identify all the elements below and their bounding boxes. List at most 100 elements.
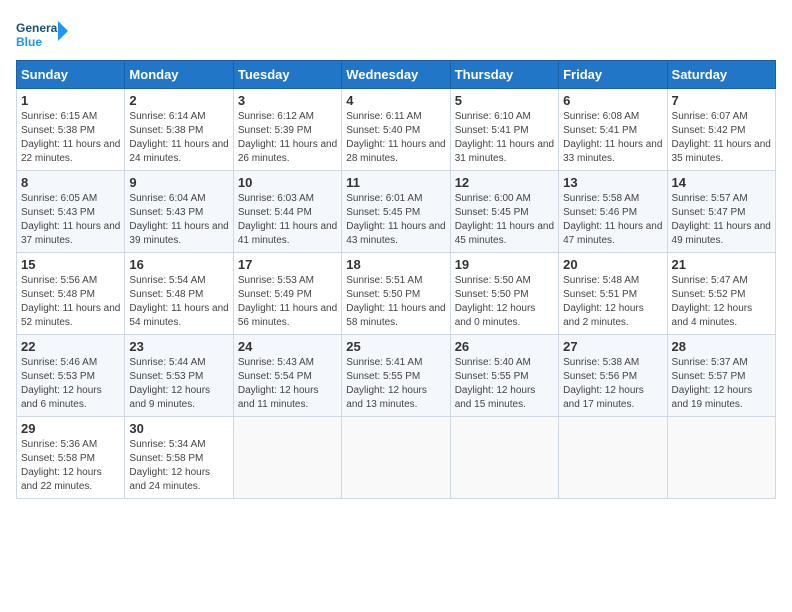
day-number: 27 <box>563 339 662 354</box>
day-info: Sunrise: 5:37 AMSunset: 5:57 PMDaylight:… <box>672 357 753 410</box>
day-info: Sunrise: 5:44 AMSunset: 5:53 PMDaylight:… <box>129 357 210 410</box>
day-info: Sunrise: 6:04 AMSunset: 5:43 PMDaylight:… <box>129 193 228 246</box>
calendar-cell: 21 Sunrise: 5:47 AMSunset: 5:52 PMDaylig… <box>667 253 775 335</box>
calendar-cell <box>342 417 450 499</box>
calendar-cell: 15 Sunrise: 5:56 AMSunset: 5:48 PMDaylig… <box>17 253 125 335</box>
day-info: Sunrise: 5:48 AMSunset: 5:51 PMDaylight:… <box>563 275 644 328</box>
calendar-table: SundayMondayTuesdayWednesdayThursdayFrid… <box>16 60 776 499</box>
calendar-cell: 4 Sunrise: 6:11 AMSunset: 5:40 PMDayligh… <box>342 89 450 171</box>
day-info: Sunrise: 6:05 AMSunset: 5:43 PMDaylight:… <box>21 193 120 246</box>
calendar-week-row: 29 Sunrise: 5:36 AMSunset: 5:58 PMDaylig… <box>17 417 776 499</box>
day-number: 18 <box>346 257 445 272</box>
day-number: 1 <box>21 93 120 108</box>
calendar-cell <box>233 417 341 499</box>
day-number: 11 <box>346 175 445 190</box>
calendar-cell: 9 Sunrise: 6:04 AMSunset: 5:43 PMDayligh… <box>125 171 233 253</box>
day-number: 5 <box>455 93 554 108</box>
day-number: 16 <box>129 257 228 272</box>
day-info: Sunrise: 6:07 AMSunset: 5:42 PMDaylight:… <box>672 111 771 164</box>
calendar-cell: 2 Sunrise: 6:14 AMSunset: 5:38 PMDayligh… <box>125 89 233 171</box>
calendar-cell <box>667 417 775 499</box>
calendar-cell: 27 Sunrise: 5:38 AMSunset: 5:56 PMDaylig… <box>559 335 667 417</box>
calendar-cell: 26 Sunrise: 5:40 AMSunset: 5:55 PMDaylig… <box>450 335 558 417</box>
day-number: 29 <box>21 421 120 436</box>
calendar-cell: 7 Sunrise: 6:07 AMSunset: 5:42 PMDayligh… <box>667 89 775 171</box>
calendar-cell: 29 Sunrise: 5:36 AMSunset: 5:58 PMDaylig… <box>17 417 125 499</box>
logo: General Blue <box>16 16 68 56</box>
day-number: 4 <box>346 93 445 108</box>
day-number: 12 <box>455 175 554 190</box>
day-number: 26 <box>455 339 554 354</box>
day-info: Sunrise: 5:36 AMSunset: 5:58 PMDaylight:… <box>21 439 102 492</box>
calendar-cell: 25 Sunrise: 5:41 AMSunset: 5:55 PMDaylig… <box>342 335 450 417</box>
day-info: Sunrise: 6:03 AMSunset: 5:44 PMDaylight:… <box>238 193 337 246</box>
header-saturday: Saturday <box>667 61 775 89</box>
day-number: 3 <box>238 93 337 108</box>
day-info: Sunrise: 5:40 AMSunset: 5:55 PMDaylight:… <box>455 357 536 410</box>
calendar-cell: 12 Sunrise: 6:00 AMSunset: 5:45 PMDaylig… <box>450 171 558 253</box>
calendar-cell: 30 Sunrise: 5:34 AMSunset: 5:58 PMDaylig… <box>125 417 233 499</box>
calendar-header-row: SundayMondayTuesdayWednesdayThursdayFrid… <box>17 61 776 89</box>
day-info: Sunrise: 6:12 AMSunset: 5:39 PMDaylight:… <box>238 111 337 164</box>
day-info: Sunrise: 6:14 AMSunset: 5:38 PMDaylight:… <box>129 111 228 164</box>
day-info: Sunrise: 5:38 AMSunset: 5:56 PMDaylight:… <box>563 357 644 410</box>
day-info: Sunrise: 5:54 AMSunset: 5:48 PMDaylight:… <box>129 275 228 328</box>
page-header: General Blue <box>16 16 776 56</box>
day-number: 24 <box>238 339 337 354</box>
calendar-cell: 3 Sunrise: 6:12 AMSunset: 5:39 PMDayligh… <box>233 89 341 171</box>
day-info: Sunrise: 5:34 AMSunset: 5:58 PMDaylight:… <box>129 439 210 492</box>
day-info: Sunrise: 5:57 AMSunset: 5:47 PMDaylight:… <box>672 193 771 246</box>
day-info: Sunrise: 6:00 AMSunset: 5:45 PMDaylight:… <box>455 193 554 246</box>
calendar-cell: 5 Sunrise: 6:10 AMSunset: 5:41 PMDayligh… <box>450 89 558 171</box>
day-info: Sunrise: 5:46 AMSunset: 5:53 PMDaylight:… <box>21 357 102 410</box>
calendar-cell: 1 Sunrise: 6:15 AMSunset: 5:38 PMDayligh… <box>17 89 125 171</box>
day-info: Sunrise: 6:11 AMSunset: 5:40 PMDaylight:… <box>346 111 445 164</box>
day-info: Sunrise: 5:58 AMSunset: 5:46 PMDaylight:… <box>563 193 662 246</box>
day-number: 14 <box>672 175 771 190</box>
day-info: Sunrise: 6:15 AMSunset: 5:38 PMDaylight:… <box>21 111 120 164</box>
day-number: 22 <box>21 339 120 354</box>
day-info: Sunrise: 6:08 AMSunset: 5:41 PMDaylight:… <box>563 111 662 164</box>
logo-svg: General Blue <box>16 16 68 56</box>
calendar-cell: 28 Sunrise: 5:37 AMSunset: 5:57 PMDaylig… <box>667 335 775 417</box>
day-info: Sunrise: 6:10 AMSunset: 5:41 PMDaylight:… <box>455 111 554 164</box>
day-number: 2 <box>129 93 228 108</box>
calendar-cell <box>559 417 667 499</box>
calendar-cell: 8 Sunrise: 6:05 AMSunset: 5:43 PMDayligh… <box>17 171 125 253</box>
day-number: 30 <box>129 421 228 436</box>
day-number: 10 <box>238 175 337 190</box>
day-info: Sunrise: 5:50 AMSunset: 5:50 PMDaylight:… <box>455 275 536 328</box>
day-number: 7 <box>672 93 771 108</box>
calendar-cell: 18 Sunrise: 5:51 AMSunset: 5:50 PMDaylig… <box>342 253 450 335</box>
calendar-week-row: 15 Sunrise: 5:56 AMSunset: 5:48 PMDaylig… <box>17 253 776 335</box>
day-number: 19 <box>455 257 554 272</box>
header-monday: Monday <box>125 61 233 89</box>
day-number: 15 <box>21 257 120 272</box>
day-number: 17 <box>238 257 337 272</box>
svg-text:General: General <box>16 21 61 35</box>
header-friday: Friday <box>559 61 667 89</box>
day-info: Sunrise: 5:56 AMSunset: 5:48 PMDaylight:… <box>21 275 120 328</box>
calendar-cell: 6 Sunrise: 6:08 AMSunset: 5:41 PMDayligh… <box>559 89 667 171</box>
calendar-week-row: 22 Sunrise: 5:46 AMSunset: 5:53 PMDaylig… <box>17 335 776 417</box>
day-number: 6 <box>563 93 662 108</box>
day-info: Sunrise: 5:47 AMSunset: 5:52 PMDaylight:… <box>672 275 753 328</box>
day-number: 13 <box>563 175 662 190</box>
calendar-cell: 14 Sunrise: 5:57 AMSunset: 5:47 PMDaylig… <box>667 171 775 253</box>
day-number: 20 <box>563 257 662 272</box>
day-info: Sunrise: 5:53 AMSunset: 5:49 PMDaylight:… <box>238 275 337 328</box>
calendar-cell: 20 Sunrise: 5:48 AMSunset: 5:51 PMDaylig… <box>559 253 667 335</box>
day-number: 25 <box>346 339 445 354</box>
day-number: 8 <box>21 175 120 190</box>
header-sunday: Sunday <box>17 61 125 89</box>
calendar-cell <box>450 417 558 499</box>
day-number: 23 <box>129 339 228 354</box>
calendar-week-row: 8 Sunrise: 6:05 AMSunset: 5:43 PMDayligh… <box>17 171 776 253</box>
header-thursday: Thursday <box>450 61 558 89</box>
calendar-cell: 11 Sunrise: 6:01 AMSunset: 5:45 PMDaylig… <box>342 171 450 253</box>
day-number: 28 <box>672 339 771 354</box>
day-number: 9 <box>129 175 228 190</box>
day-number: 21 <box>672 257 771 272</box>
calendar-week-row: 1 Sunrise: 6:15 AMSunset: 5:38 PMDayligh… <box>17 89 776 171</box>
header-tuesday: Tuesday <box>233 61 341 89</box>
